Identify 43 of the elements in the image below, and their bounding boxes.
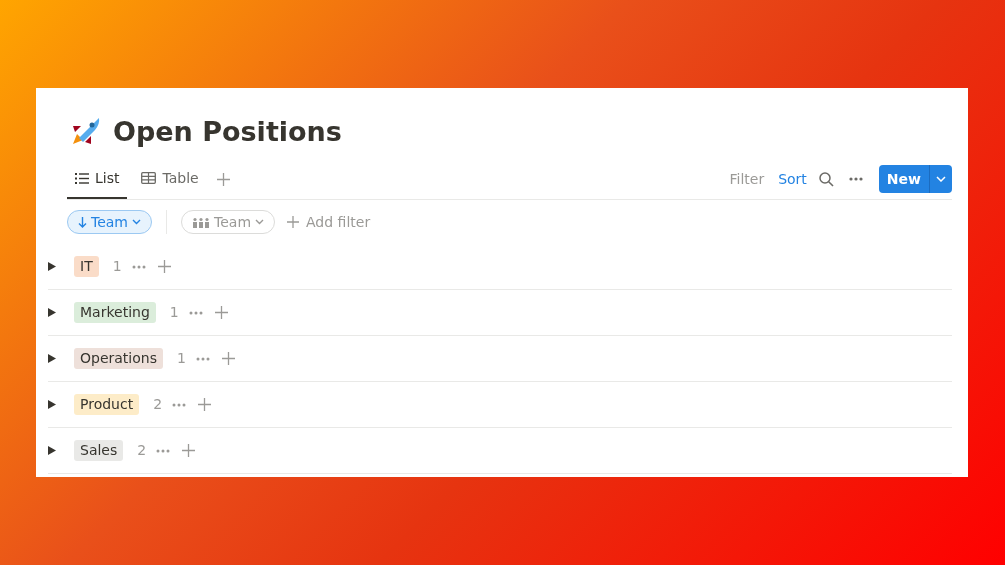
toggle-icon[interactable] <box>48 446 56 455</box>
toggle-icon[interactable] <box>48 308 56 317</box>
plus-icon[interactable] <box>182 444 196 457</box>
table-icon <box>141 172 157 184</box>
more-icon[interactable] <box>195 356 210 361</box>
search-icon[interactable] <box>818 171 834 187</box>
toggle-icon[interactable] <box>48 400 56 409</box>
more-icon[interactable] <box>848 177 863 181</box>
add-view-icon[interactable] <box>216 172 230 186</box>
chevron-icon <box>936 176 946 182</box>
group-tag: Sales <box>74 440 124 461</box>
arrow-down-icon <box>78 216 87 228</box>
chevron-icon <box>132 219 141 225</box>
list-icon <box>75 172 89 184</box>
view-tab[interactable]: Table <box>133 159 207 199</box>
add-filter-button[interactable]: Add filter <box>287 211 371 233</box>
plus-icon[interactable] <box>221 352 235 365</box>
group-count: 1 <box>169 303 179 322</box>
more-icon[interactable] <box>156 448 171 453</box>
plus-icon[interactable] <box>157 260 171 273</box>
more-icon[interactable] <box>131 264 146 269</box>
plus-icon[interactable] <box>214 306 228 319</box>
plus-icon[interactable] <box>198 398 212 411</box>
more-icon[interactable] <box>172 402 187 407</box>
filter-chip[interactable]: Team <box>67 210 152 234</box>
group-count: 1 <box>176 349 186 368</box>
toolbar-button[interactable]: Filter <box>729 168 765 190</box>
toggle-icon[interactable] <box>48 262 56 271</box>
view-tab[interactable]: List <box>67 159 128 199</box>
chevron-icon <box>255 219 265 225</box>
page-title: Open Positions <box>113 114 342 149</box>
group-tag: Marketing <box>74 302 156 323</box>
group-tag: Operations <box>74 348 163 369</box>
group-count: 2 <box>153 395 163 414</box>
group-count: 1 <box>112 257 122 276</box>
group-tag: IT <box>74 256 99 277</box>
people-icon <box>192 216 210 228</box>
toggle-icon[interactable] <box>48 354 56 363</box>
group-count: 2 <box>137 441 147 460</box>
group-tag: Product <box>74 394 140 415</box>
toolbar-button[interactable]: Sort <box>778 168 807 190</box>
more-icon[interactable] <box>188 310 203 315</box>
plus-icon <box>287 216 300 228</box>
